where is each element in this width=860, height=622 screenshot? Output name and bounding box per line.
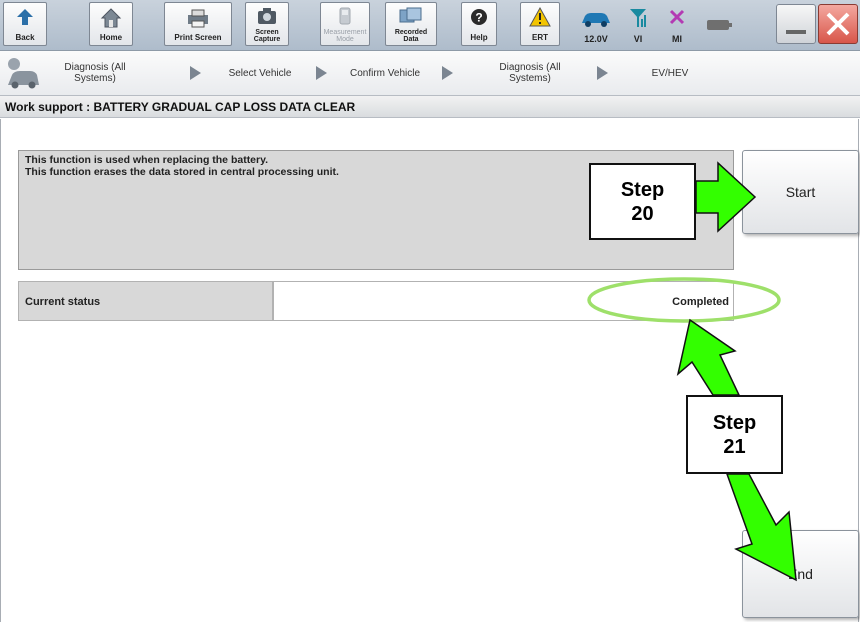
breadcrumb-arrow-icon [597, 66, 608, 80]
back-label: Back [15, 33, 35, 42]
vi-label: VI [633, 34, 643, 44]
print-screen-label: Print Screen [174, 33, 222, 42]
step-20-callout: Step 20 [589, 163, 696, 240]
breadcrumb: Diagnosis (All Systems) Select Vehicle C… [0, 51, 860, 96]
x-mark-icon [669, 9, 685, 25]
battery-indicator [700, 4, 740, 46]
signal-icon [630, 9, 646, 27]
page-title: Work support : BATTERY GRADUAL CAP LOSS … [0, 96, 860, 118]
close-icon [826, 12, 850, 36]
mi-label: MI [672, 34, 682, 44]
battery-icon [707, 20, 732, 30]
breadcrumb-confirm-vehicle[interactable]: Confirm Vehicle [330, 51, 440, 95]
battery-voltage-indicator: 12.0V [575, 4, 617, 46]
minimize-icon [786, 30, 806, 34]
measurement-mode-button[interactable]: Measurement Mode [320, 2, 370, 46]
minimize-button[interactable] [776, 4, 816, 44]
help-icon: ? [471, 9, 487, 25]
breadcrumb-select-vehicle[interactable]: Select Vehicle [210, 51, 310, 95]
svg-text:?: ? [475, 11, 482, 25]
back-button[interactable]: Back [3, 2, 47, 46]
printer-icon [188, 9, 208, 28]
help-button[interactable]: ? Help [461, 2, 497, 46]
breadcrumb-ev-hev[interactable]: EV/HEV [620, 51, 720, 95]
breadcrumb-diagnosis-all-systems[interactable]: Diagnosis (All Systems) [40, 51, 150, 95]
screen-capture-label: Screen Capture [253, 29, 281, 43]
toolbar: Back Home Print Screen Screen Capture Me… [0, 0, 860, 51]
breadcrumb-arrow-icon [316, 66, 327, 80]
camera-icon [258, 8, 276, 24]
meter-icon [339, 7, 351, 25]
mi-indicator: MI [657, 4, 697, 46]
end-button[interactable]: End [742, 530, 859, 618]
warning-icon [529, 7, 551, 27]
recorded-data-button[interactable]: Recorded Data [385, 2, 437, 46]
car-icon [582, 13, 610, 27]
vi-indicator: VI [618, 4, 658, 46]
start-button[interactable]: Start [742, 150, 859, 234]
print-screen-button[interactable]: Print Screen [164, 2, 232, 46]
ert-label: ERT [532, 33, 548, 42]
screen-capture-button[interactable]: Screen Capture [245, 2, 289, 46]
breadcrumb-arrow-icon [190, 66, 201, 80]
breadcrumb-arrow-icon [442, 66, 453, 80]
current-status-label: Current status [18, 281, 273, 321]
breadcrumb-diagnosis-all-systems-2[interactable]: Diagnosis (All Systems) [470, 51, 590, 95]
vehicle-diagnosis-icon [8, 58, 39, 89]
measurement-mode-label: Measurement Mode [323, 29, 367, 43]
voltage-value: 12.0V [584, 34, 608, 44]
close-button[interactable] [818, 4, 858, 44]
home-button[interactable]: Home [89, 2, 133, 46]
home-label: Home [99, 33, 123, 42]
help-label: Help [470, 33, 488, 42]
back-arrow-icon [17, 9, 33, 25]
current-status-value: Completed [273, 281, 734, 321]
home-icon [100, 8, 122, 28]
ert-button[interactable]: ERT [520, 2, 560, 46]
recorded-data-icon [399, 7, 422, 23]
recorded-data-label: Recorded Data [394, 29, 428, 43]
step-21-callout: Step 21 [686, 395, 783, 474]
